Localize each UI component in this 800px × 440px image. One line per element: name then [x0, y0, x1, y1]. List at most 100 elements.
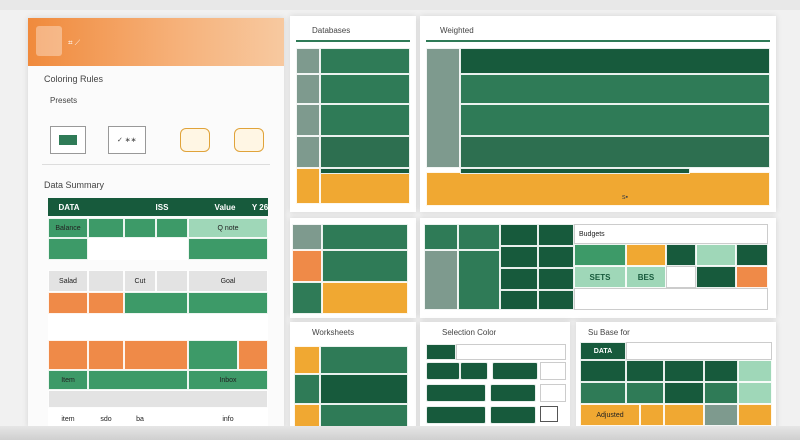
grid-cell: [292, 282, 322, 314]
grid-cell: [666, 266, 696, 288]
grid-cell: SETS: [574, 266, 626, 288]
table-row[interactable]: [48, 292, 88, 314]
grid-cell: [460, 74, 770, 104]
grid-cell: [738, 382, 772, 404]
swatch[interactable]: [426, 406, 486, 424]
grid-cell: [296, 104, 320, 136]
grid-cell: [704, 404, 738, 426]
worksheets-panel: Worksheets: [290, 322, 416, 440]
swatch[interactable]: [490, 406, 536, 424]
grid-icon-tile[interactable]: [50, 126, 86, 154]
table-cell[interactable]: [124, 292, 188, 314]
table-row[interactable]: [48, 314, 88, 340]
table-row[interactable]: [48, 390, 268, 408]
weighted-panel: Weighted s▪: [420, 16, 776, 212]
databases-title: Databases: [312, 26, 351, 35]
grid-cell: [458, 250, 500, 310]
grid-cell: [292, 250, 322, 282]
grid-cell: [460, 104, 770, 136]
header-tag-text: ⌗ ⟋: [68, 38, 81, 47]
grid-cell: [500, 246, 538, 268]
swatch[interactable]: [540, 362, 566, 380]
table-cell[interactable]: [124, 218, 156, 238]
header-cell: DATA: [580, 342, 626, 360]
table-cell[interactable]: [88, 314, 268, 340]
swatch[interactable]: [540, 384, 566, 402]
grid-cell: [424, 250, 458, 310]
grid-cell: [736, 266, 768, 288]
databases-panel: Databases: [290, 16, 416, 212]
mid-right-panel: Budgets SETS BES: [420, 218, 776, 318]
table-cell[interactable]: [156, 238, 188, 260]
table-cell[interactable]: [88, 340, 124, 370]
grid-cell: Budgets: [574, 224, 768, 244]
table-cell[interactable]: [188, 292, 268, 314]
swatch[interactable]: [490, 384, 536, 402]
grid-cell: [322, 224, 408, 250]
table-cell[interactable]: [238, 340, 268, 370]
table-cell[interactable]: [156, 270, 188, 292]
table-cell[interactable]: [124, 238, 156, 260]
table-cell[interactable]: Inbox: [188, 370, 268, 390]
table-row[interactable]: Salad: [48, 270, 88, 292]
table-cell[interactable]: [88, 270, 124, 292]
swatch[interactable]: [460, 362, 488, 380]
section-title: Coloring Rules: [44, 74, 104, 84]
grid-cell: [696, 244, 736, 266]
grid-cell: [424, 224, 458, 250]
palette-icon-tile[interactable]: ✓ ∗∗: [108, 126, 146, 154]
grid-cell: [580, 382, 626, 404]
grid-cell: [294, 374, 320, 404]
grid-cell: [704, 382, 738, 404]
table-row[interactable]: Balance: [48, 218, 88, 238]
grid-cell: [500, 268, 538, 290]
grid-cell: [640, 404, 664, 426]
table-cell[interactable]: [188, 238, 268, 260]
bag-icon[interactable]: [180, 128, 210, 152]
header-cell-data: DATA: [58, 202, 80, 212]
table-cell[interactable]: Cut: [124, 270, 156, 292]
swatch[interactable]: [426, 344, 456, 360]
swatch[interactable]: [456, 344, 566, 360]
grid-cell: [666, 244, 696, 266]
table-cell[interactable]: [124, 340, 188, 370]
grid-cell: [320, 48, 410, 74]
table-header: DATA ISS Value Y 26: [48, 198, 268, 216]
weighted-title: Weighted: [440, 26, 474, 35]
table-row[interactable]: [48, 238, 88, 260]
grid-cell: [322, 250, 408, 282]
grid-cell: [664, 404, 704, 426]
swatch[interactable]: [426, 384, 486, 402]
grid-cell: BES: [626, 266, 666, 288]
yellow-band: [426, 172, 770, 206]
table-cell[interactable]: Q note: [188, 218, 268, 238]
table-row[interactable]: Item: [48, 370, 88, 390]
band-label: s▪: [622, 194, 628, 201]
worksheets-title: Worksheets: [312, 328, 355, 337]
swatch[interactable]: [492, 362, 538, 380]
table-cell[interactable]: [156, 218, 188, 238]
mid-left-panel: [290, 218, 416, 318]
selection-title: Selection Color: [442, 328, 497, 337]
header-tag: [36, 26, 62, 56]
page-shadow: [0, 426, 800, 440]
bag-icon[interactable]: [234, 128, 264, 152]
grid-cell: [736, 244, 768, 266]
table-cell[interactable]: Goal: [188, 270, 268, 292]
table-cell[interactable]: [88, 238, 124, 260]
table-title: Data Summary: [44, 180, 105, 190]
table-row[interactable]: [48, 340, 88, 370]
swatch[interactable]: [426, 362, 460, 380]
grid-cell: [664, 360, 704, 382]
grid-cell: [538, 268, 574, 290]
grid-cell: [574, 288, 768, 310]
su-base-panel: Su Base for DATA Adjusted: [576, 322, 776, 440]
table-cell[interactable]: [88, 370, 188, 390]
table-cell[interactable]: [88, 218, 124, 238]
header-cell-iss: ISS: [155, 202, 169, 212]
table-cell[interactable]: [88, 292, 124, 314]
grid-cell: [320, 172, 410, 204]
data-table: Balance Q note Salad Cut Goal Item Inbox…: [48, 218, 268, 430]
checkbox[interactable]: [540, 406, 558, 422]
table-cell[interactable]: [188, 340, 238, 370]
